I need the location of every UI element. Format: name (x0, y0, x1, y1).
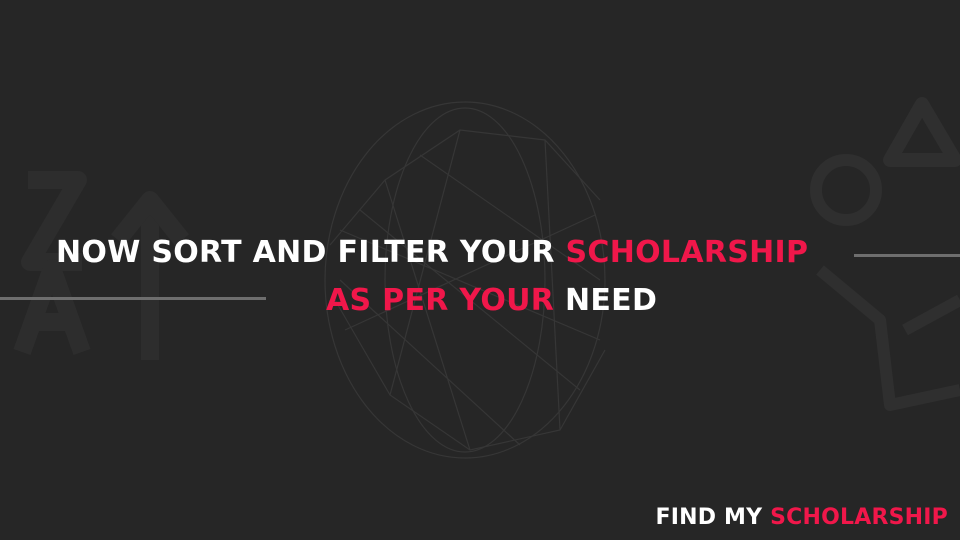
headline-line-1: NOW SORT AND FILTER YOUR SCHOLARSHIP (56, 235, 808, 271)
headline-text: NEED (564, 283, 658, 318)
triangle-icon (883, 97, 960, 167)
divider-right (854, 254, 960, 257)
brand-highlight: SCHOLARSHIP (770, 505, 948, 530)
headline-text: NOW SORT AND FILTER YOUR (56, 235, 566, 270)
brand-text: FIND MY (655, 505, 771, 530)
shape-outline (816, 265, 960, 411)
slide: NOW SORT AND FILTER YOUR SCHOLARSHIP AS … (0, 0, 960, 540)
divider-left (0, 297, 266, 300)
brand-logo: FIND MY SCHOLARSHIP (656, 504, 949, 532)
headline-line-2: AS PER YOUR NEED (326, 283, 657, 319)
funnel-icon (324, 101, 606, 459)
headline-highlight: SCHOLARSHIP (565, 235, 809, 270)
circle-icon (810, 154, 882, 226)
headline-highlight: AS PER YOUR (326, 283, 565, 318)
